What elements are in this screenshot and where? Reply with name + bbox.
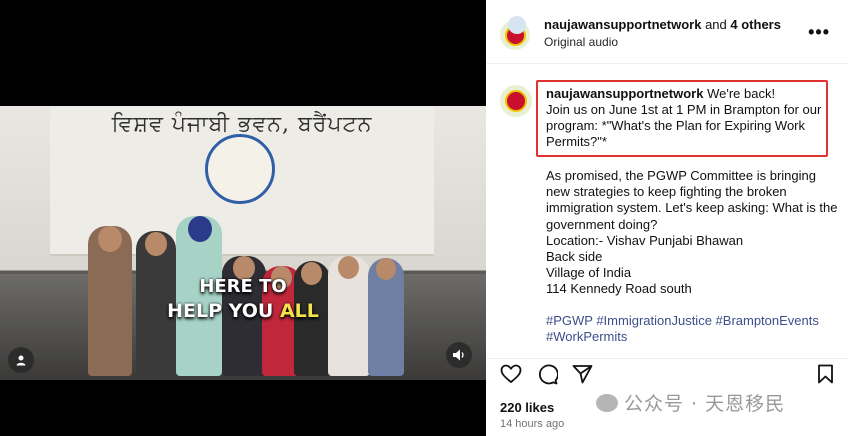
hashtags: #PGWP #ImmigrationJustice #BramptonEvent… (546, 313, 838, 345)
post-timestamp[interactable]: 14 hours ago (500, 418, 564, 430)
watermark: 公众号 · 天恩移民 (596, 389, 785, 416)
person-icon (16, 355, 26, 366)
video-caption-line1: HERE TO (199, 276, 287, 297)
caption-author-avatar[interactable] (500, 85, 532, 117)
caption-highlight: ALL (279, 300, 319, 322)
mute-button[interactable] (446, 342, 472, 368)
caption-body: As promised, the PGWP Committee is bring… (546, 168, 838, 298)
caption-address-line: 114 Kennedy Road south (546, 281, 692, 297)
collab-others-link[interactable]: 4 others (730, 17, 781, 32)
caption-location: Location:- Vishav Punjabi Bhawan (546, 232, 744, 248)
collab-avatar[interactable] (508, 16, 526, 34)
highlight-box (536, 80, 828, 157)
heart-icon[interactable] (500, 364, 522, 384)
bookmark-icon[interactable] (817, 364, 834, 384)
share-icon[interactable] (572, 364, 593, 384)
collab-joiner: and (701, 17, 731, 32)
wechat-icon (596, 393, 618, 412)
more-options-icon[interactable]: ••• (808, 22, 830, 43)
header-authors: naujawansupportnetwork and 4 others (544, 17, 781, 32)
tagged-users-button[interactable] (8, 347, 34, 373)
video-player[interactable]: ਵਿਸ਼ਵ ਪੰਜਾਬੀ ਭਵਨ, ਬਰੈਂਪਟਨ HERE TO HELP Y… (0, 0, 486, 436)
caption-address-line: Back side (546, 249, 603, 265)
video-frame[interactable]: ਵਿਸ਼ਵ ਪੰਜਾਬੀ ਭਵਨ, ਬਰੈਂਪਟਨ (0, 106, 486, 380)
hashtag-line[interactable]: #PGWP #ImmigrationJustice #BramptonEvent… (546, 313, 838, 329)
hashtag-line[interactable]: #WorkPermits (546, 329, 838, 345)
audio-label[interactable]: Original audio (544, 35, 618, 49)
caption-paragraph: As promised, the PGWP Committee is bring… (546, 168, 838, 232)
caption-text: HELP YOU (167, 300, 280, 322)
author-name[interactable]: naujawansupportnetwork (544, 17, 701, 32)
watermark-text: 公众号 · 天恩移民 (624, 393, 786, 415)
action-bar (486, 358, 848, 390)
likes-count[interactable]: 220 likes (500, 400, 554, 415)
post-side-panel: naujawansupportnetwork and 4 others Orig… (486, 0, 848, 436)
post-header: naujawansupportnetwork and 4 others Orig… (486, 0, 848, 64)
comment-icon[interactable] (537, 364, 558, 385)
caption-address-line: Village of India (546, 265, 632, 281)
video-caption-line2: HELP YOU ALL (0, 300, 486, 322)
speaker-icon (453, 349, 464, 361)
instagram-post: ਵਿਸ਼ਵ ਪੰਜਾਬੀ ਭਵਨ, ਬਰੈਂਪਟਨ HERE TO HELP Y… (0, 0, 848, 436)
